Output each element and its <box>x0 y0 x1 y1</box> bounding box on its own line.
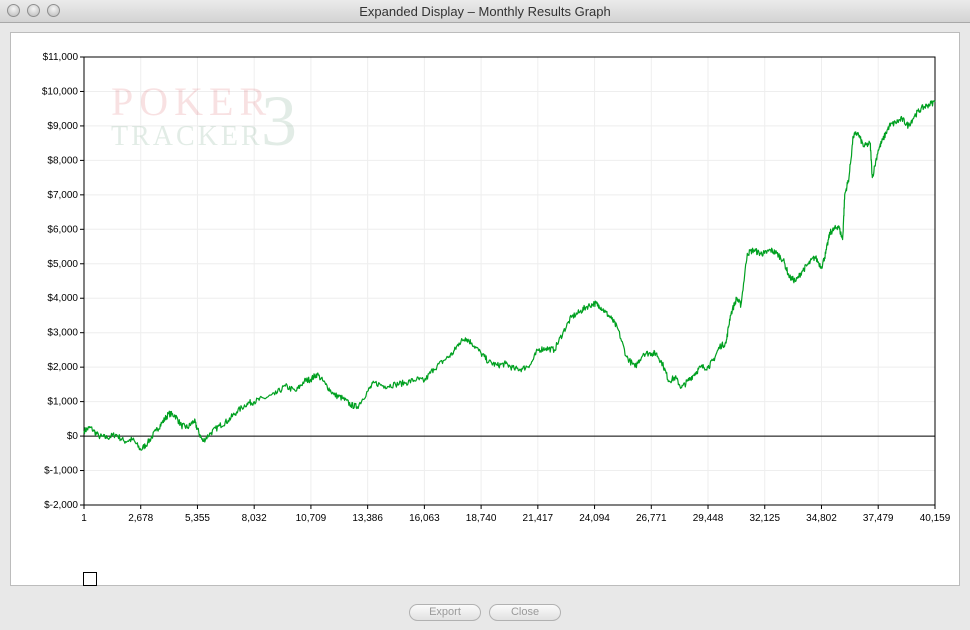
x-tick-label: 10,709 <box>296 513 327 524</box>
y-tick-label: $10,000 <box>42 86 79 97</box>
y-tick-label: $3,000 <box>47 328 78 339</box>
watermark-line-2: TRACKER <box>111 121 263 152</box>
y-tick-label: $6,000 <box>47 224 78 235</box>
graph-panel: POKER TRACKER 3 $-2,000 $-1,000 $0 $1,000 $2… <box>10 32 960 586</box>
y-tick-label: $11,000 <box>43 52 79 63</box>
y-tick-label: $-2,000 <box>44 500 78 511</box>
y-tick-label: $5,000 <box>47 259 78 270</box>
y-tick-label: $4,000 <box>47 293 78 304</box>
x-tick-label: 24,094 <box>579 513 610 524</box>
x-tick-label: 26,771 <box>636 513 667 524</box>
watermark-logo: POKER TRACKER 3 <box>111 79 297 161</box>
watermark-mark: 3 <box>261 81 297 161</box>
x-tick-label: 34,802 <box>806 513 837 524</box>
x-tick-label: 1 <box>81 513 87 524</box>
window-titlebar[interactable]: Expanded Display – Monthly Results Graph <box>0 0 970 23</box>
x-tick-label: 5,355 <box>185 513 210 524</box>
x-tick-label: 21,417 <box>523 513 554 524</box>
x-tick-label: 32,125 <box>749 513 780 524</box>
x-tick-label: 13,386 <box>352 513 383 524</box>
selection-marker-box[interactable] <box>83 572 97 586</box>
watermark-line-1: POKER <box>111 79 272 124</box>
x-tick-label: 37,479 <box>863 513 894 524</box>
x-tick-label: 8,032 <box>242 513 267 524</box>
y-tick-label: $1,000 <box>47 397 78 408</box>
close-button[interactable]: Close <box>489 604 561 621</box>
results-line-chart: POKER TRACKER 3 $-2,000 $-1,000 $0 $1,000 $2… <box>42 52 951 524</box>
x-tick-label: 18,740 <box>466 513 497 524</box>
y-axis: $-2,000 $-1,000 $0 $1,000 $2,000 $3,000 $4,000… <box>42 52 84 511</box>
x-tick-label: 2,678 <box>128 513 153 524</box>
window-title: Expanded Display – Monthly Results Graph <box>359 4 611 19</box>
y-tick-label: $8,000 <box>47 155 78 166</box>
results-series-line <box>83 100 936 451</box>
x-tick-label: 16,063 <box>409 513 440 524</box>
x-tick-label: 40,159 <box>920 513 951 524</box>
y-tick-label: $-1,000 <box>44 466 78 477</box>
y-tick-label: $0 <box>67 431 79 442</box>
x-axis: 1 2,678 5,355 8,032 10,709 13,386 16,063 18,740… <box>81 505 951 524</box>
y-tick-label: $9,000 <box>47 121 78 132</box>
export-button[interactable]: Export <box>409 604 481 621</box>
y-tick-label: $7,000 <box>47 190 78 201</box>
y-tick-label: $2,000 <box>47 362 78 373</box>
x-tick-label: 29,448 <box>693 513 724 524</box>
